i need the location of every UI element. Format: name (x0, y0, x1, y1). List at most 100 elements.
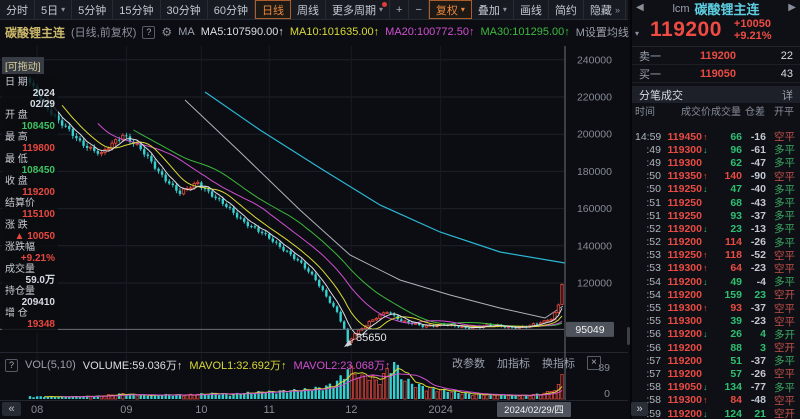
chart-symbol-label: 碳酸锂主连 (5, 24, 65, 41)
svg-text:2024: 2024 (428, 404, 452, 416)
info-value: 115100 (5, 209, 55, 220)
tick-row: :5111925068-43多平 (632, 196, 800, 209)
info-label: 涨 跌 (5, 220, 55, 231)
ma5-value: MA5:107590.00↑ (201, 26, 284, 38)
tick-row: :56119200↓264多开 (632, 328, 800, 341)
tick-row: :4911930062-47多平 (632, 156, 800, 169)
info-value: 108450 (5, 165, 55, 176)
vol-indicator-name: VOL(5,10) (25, 359, 76, 371)
svg-text:11: 11 (264, 404, 275, 416)
tick-col-1: 时间 (635, 103, 661, 118)
tick-row: :50119250↓47-40多平 (632, 183, 800, 196)
info-label: 增 仓 (5, 308, 55, 319)
svg-text:95049: 95049 (575, 324, 604, 336)
tick-row: :55119300↑93-37空平 (632, 301, 800, 314)
svg-text:0: 0 (604, 388, 610, 400)
svg-text:160000: 160000 (577, 203, 612, 215)
svg-text:08: 08 (31, 404, 43, 416)
ma-group-label: MA (178, 26, 195, 38)
info-label: 涨跌幅 (5, 242, 55, 253)
volume-indicator-bar: ? VOL(5,10) VOLUME:59.036万↑ MAVOL1:32.69… (5, 357, 390, 373)
info-value: 108450 (5, 121, 55, 132)
vol-help-icon[interactable]: ? (5, 359, 18, 372)
info-value: 19348 (5, 319, 55, 330)
tick-row: 14:59119450↑66-16空平 (632, 130, 800, 143)
ma20-value: MA20:100772.50↑ (385, 26, 474, 38)
tick-row: :5711920057-26空平 (632, 367, 800, 380)
info-label: 开 盘 (5, 110, 55, 121)
svg-text:85650: 85650 (356, 332, 387, 344)
add-indicator-button[interactable]: 加指标 (497, 355, 530, 371)
ma-settings-button[interactable]: M设置均线 ▾ (576, 24, 639, 40)
change-params-button[interactable]: 改参数 (452, 355, 485, 371)
drag-hint-label: [可拖动] (2, 57, 44, 74)
svg-text:10: 10 (195, 404, 207, 416)
bid-price: 119050 (669, 68, 767, 80)
contract-code: lcm (672, 3, 689, 15)
tick-row: :52119200114-26多平 (632, 236, 800, 249)
info-label: 最 低 (5, 154, 55, 165)
ask-price: 119200 (669, 50, 767, 62)
prev-contract-icon[interactable]: ◀ (636, 2, 644, 13)
svg-text:220000: 220000 (577, 92, 612, 104)
contract-name: 碳酸锂主连 (695, 0, 760, 18)
ma-info-bar: 碳酸锂主连 (日线,前复权) ? ⚙ MA MA5:107590.00↑ MA1… (0, 20, 633, 44)
info-label: 日 期 (5, 77, 55, 88)
tick-row: :58119300↑84-48空平 (632, 394, 800, 407)
expand-right-icon[interactable]: » (631, 402, 648, 416)
sidebar-header: ◀ lcm 碳酸锂主连 ▶ (632, 0, 800, 17)
tick-row: :58119050↓134-77多平 (632, 381, 800, 394)
bid-volume: 43 (767, 68, 793, 80)
info-value: 59.0万 (5, 275, 55, 286)
tick-col-5: 开平 (765, 103, 794, 118)
info-value: 02/29 (5, 99, 55, 110)
svg-text:180000: 180000 (577, 166, 612, 178)
ohlc-info-panel[interactable]: [可拖动] 日 期202402/29开 盘108450最 高119800最 低1… (2, 57, 58, 333)
tick-row: :5111925093-37多平 (632, 209, 800, 222)
info-value: 119800 (5, 143, 55, 154)
chart-mode-label: (日线,前复权) (71, 24, 136, 40)
svg-text:200000: 200000 (577, 129, 612, 141)
next-contract-icon[interactable]: ▶ (788, 2, 796, 13)
futures-trading-app: 分时5日▾5分钟15分钟30分钟60分钟日线周线更多周期▾+−复权▾叠加▾画线简… (0, 0, 800, 419)
last-price-block: 119200 +10050 +9.21% (632, 17, 800, 47)
tick-row: :5511930039-23空平 (632, 315, 800, 328)
ask-volume: 22 (767, 50, 793, 62)
panel-divider-handle[interactable] (627, 327, 630, 345)
mavol2-value: MAVOL2:23.068万↑ (293, 357, 390, 373)
collapse-left-icon[interactable]: « (2, 402, 21, 416)
tick-trades-title-bar: 分笔成交 详 (632, 86, 800, 103)
gear-icon[interactable]: ⚙ (161, 25, 172, 39)
tick-row: :59119200↓12421空开 (632, 407, 800, 419)
mavol1-value: MAVOL1:32.692万↑ (189, 357, 286, 373)
bid-row[interactable]: 买一 119050 43 (632, 65, 800, 83)
tick-table-header: 时间成交价成交量仓差开平 (632, 103, 800, 118)
ask-row[interactable]: 卖一 119200 22 (632, 47, 800, 65)
info-label: 结算价 (5, 198, 55, 209)
svg-text:140000: 140000 (577, 240, 612, 252)
price-change: +10050 +9.21% (734, 18, 772, 42)
tick-row: :52119200↓23-13多平 (632, 222, 800, 235)
switch-indicator-button[interactable]: 换指标 (542, 355, 575, 371)
last-price: 119200 (650, 18, 722, 42)
info-value: 2024 (5, 88, 55, 99)
indicator-buttons: 改参数 加指标 换指标 × (452, 355, 601, 371)
ma30-value: MA30:101295.00↑ (480, 26, 569, 38)
tick-row: :49119300↓96-61多平 (632, 143, 800, 156)
tick-row: :56119200883空开 (632, 341, 800, 354)
volume-value: VOLUME:59.036万↑ (83, 357, 183, 373)
help-icon[interactable]: ? (142, 26, 155, 39)
tick-details-button[interactable]: 详 (782, 87, 793, 103)
info-label: 成交量 (5, 264, 55, 275)
tick-row: :50119350↑140-90空平 (632, 170, 800, 183)
tick-row: :53119250↑118-52空平 (632, 249, 800, 262)
svg-text:09: 09 (120, 404, 132, 416)
ohlc-values: 日 期202402/29开 盘108450最 高119800最 低108450收… (2, 75, 58, 333)
info-label: 收 盘 (5, 176, 55, 187)
tick-row: :53119300↑64-23空平 (632, 262, 800, 275)
close-indicator-icon[interactable]: × (587, 356, 601, 370)
svg-text:2024/02/29/四: 2024/02/29/四 (504, 405, 564, 416)
svg-text:12: 12 (345, 404, 357, 416)
tick-row: :5411920015923空开 (632, 288, 800, 301)
info-label: 最 高 (5, 132, 55, 143)
